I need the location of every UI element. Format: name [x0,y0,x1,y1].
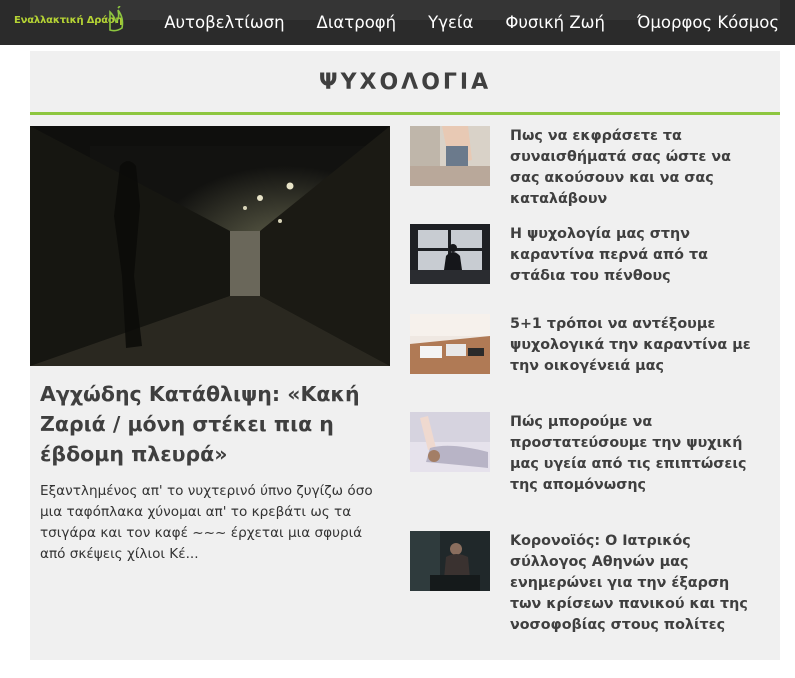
article-title[interactable]: 5+1 τρόποι να αντέξουμε ψυχολογικά την κ… [510,314,760,377]
article-thumbnail[interactable] [410,531,490,591]
featured-article-title[interactable]: Αγχώδης Κατάθλιψη: «Κακή Ζαριά / μόνη στ… [40,379,385,469]
nav-item-beautiful-world[interactable]: Όμορφος Κόσμος [637,13,779,32]
nav-item-health[interactable]: Υγεία [428,13,473,32]
article-title[interactable]: Πώς μπορούμε να προστατεύσουμε την ψυχικ… [510,412,760,496]
article-thumbnail[interactable] [410,314,490,374]
nav-item-natural-life[interactable]: Φυσική Ζωή [505,13,605,32]
article-title[interactable]: Πως να εκφράσετε τα συναισθήματά σας ώστ… [510,126,760,210]
nav-item-nutrition[interactable]: Διατροφή [317,13,397,32]
featured-article-excerpt: Εξαντλημένος απ' το νυχτερινό ύπνο ζυγίζ… [40,483,373,562]
section-title-underline [30,112,780,115]
psychology-section: ΨΥΧΟΛΟΓΙΑ Αγχώδης Κατάθλιψη: «Κακή Ζαριά… [30,51,780,660]
article-thumbnail[interactable] [410,224,490,284]
article-thumbnail[interactable] [410,126,490,186]
site-logo[interactable]: Εναλλακτική Δράση [14,6,126,34]
article-thumbnail[interactable] [410,412,490,472]
tunnel-photo [30,126,390,366]
featured-article-image[interactable] [30,126,390,366]
article-title[interactable]: Η ψυχολογία μας στην καραντίνα περνά από… [510,224,760,287]
site-header: Εναλλακτική Δράση Αυτοβελτίωση Διατροφή … [0,0,795,45]
main-nav: Αυτοβελτίωση Διατροφή Υγεία Φυσική Ζωή Ό… [132,0,779,45]
leaf-icon [109,6,124,32]
nav-item-self-improvement[interactable]: Αυτοβελτίωση [164,13,284,32]
section-title[interactable]: ΨΥΧΟΛΟΓΙΑ [30,51,780,113]
article-title[interactable]: Κορονοϊός: Ο Ιατρικός σύλλογος Αθηνών μα… [510,531,760,636]
